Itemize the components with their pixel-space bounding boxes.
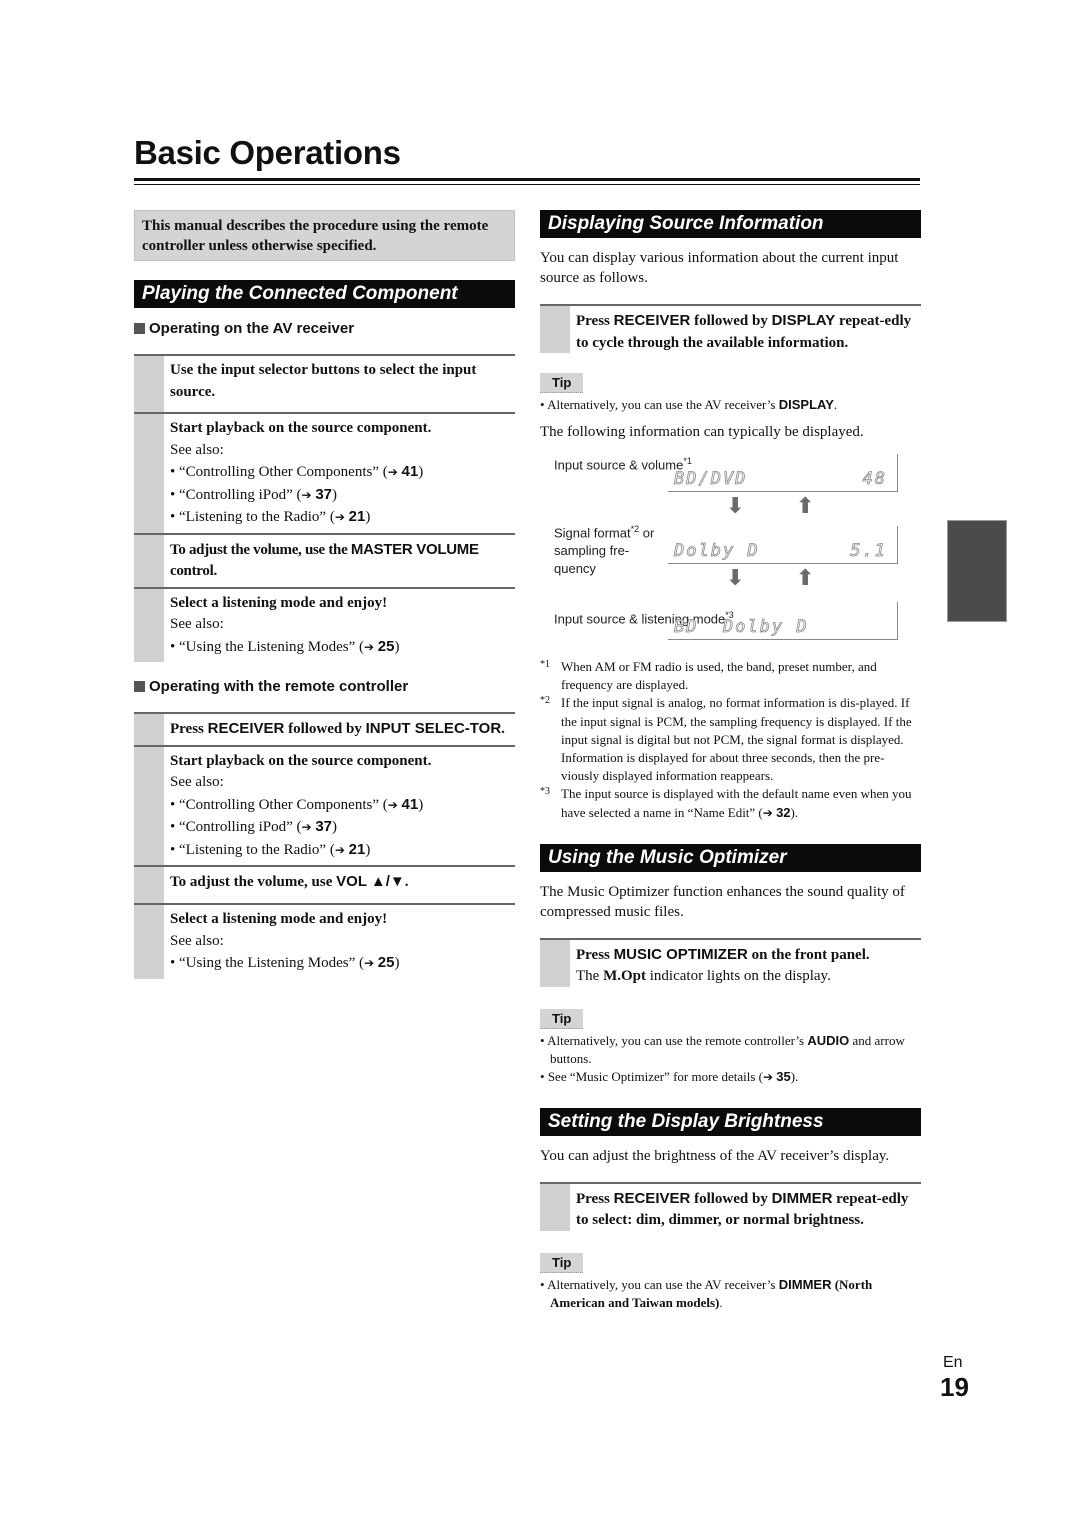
step: Press MUSIC OPTIMIZER on the front panel… [540,937,921,987]
link-listening-radio[interactable]: “Listening to the Radio” (➔ 21) [170,506,515,529]
see-also: See also: [170,774,224,790]
step-bar [134,746,164,865]
footnote: *1 When AM or FM radio is used, the band,… [540,659,877,693]
step-title: Select a listening mode and enjoy! [170,594,388,611]
arrow-down-icon: ⬇ [726,566,745,591]
right-column: Displaying Source Information You can di… [540,210,921,1312]
subheading-text: Operating with the remote controller [149,677,409,695]
arrow-icon: ➔ [762,1069,774,1084]
step-title: Press MUSIC OPTIMIZER on the front panel… [576,945,870,963]
step-bar [134,714,164,745]
step-detail: The M.Opt indicator lights on the displa… [576,968,831,985]
step-bar [540,1183,570,1231]
step-bar [134,588,164,662]
display-label: Signal format*2 or sampling fre-quency [554,524,655,577]
step: Press RECEIVER followed by DIMMER repeat… [540,1181,921,1231]
arrow-icon: ➔ [334,510,345,524]
arrow-icon: ➔ [387,465,398,479]
title-rule-thin [134,184,920,185]
step-bar [134,867,164,903]
tip-label: Tip [540,1252,584,1273]
left-column: This manual describes the procedure usin… [134,210,515,979]
page-number: 19 [940,1372,969,1402]
step-title: To adjust the volume, use the MASTER VOL… [170,540,479,580]
step-title: Press RECEIVER followed by INPUT SELEC-T… [170,720,505,737]
section-header-music-optimizer: Using the Music Optimizer [540,843,921,872]
arrow-icon: ➔ [363,956,375,970]
subheading-av-receiver: Operating on the AV receiver [134,318,515,338]
following-text: The following information can typically … [540,424,864,440]
arrow-icon: ➔ [301,820,312,834]
note-box: This manual describes the procedure usin… [134,210,515,261]
step-bar [540,306,570,353]
step-title: Start playback on the source component. [170,752,432,769]
footnote: *3 The input source is displayed with the… [540,786,912,820]
link-controlling-other-components[interactable]: “Controlling Other Components” (➔ 41) [170,794,515,817]
step-title: Select a listening mode and enjoy! [170,911,388,927]
link-controlling-ipod[interactable]: “Controlling iPod” (➔ 37) [170,816,515,839]
step-bar [134,905,164,979]
page-title: Basic Operations [134,134,401,171]
step: Press RECEIVER followed by DISPLAY repea… [540,304,921,353]
arrow-down-icon: ⬇ [726,494,745,519]
subheading-text: Operating on the AV receiver [149,319,355,337]
subheading-remote: Operating with the remote controller [134,676,515,696]
intro-text: You can adjust the brightness of the AV … [540,1147,890,1164]
step: Select a listening mode and enjoy! See a… [134,903,515,979]
section-header-playing: Playing the Connected Component [134,280,515,308]
arrow-up-icon: ⬆ [796,494,815,519]
section-header-display-info: Displaying Source Information [540,210,921,238]
see-also: See also: [170,441,224,458]
arrow-icon: ➔ [334,842,345,857]
arrow-icon: ➔ [301,487,312,502]
square-bullet-icon [134,680,145,692]
step-title: To adjust the volume, use VOL ▲/▼. [170,873,409,890]
step-bar [134,414,164,533]
link-listening-radio[interactable]: “Listening to the Radio” (➔ 21) [170,839,515,862]
step-bar [134,356,164,412]
step: Select a listening mode and enjoy! See a… [134,586,515,662]
lcd-display: BD Dolby D [668,602,898,640]
step: Start playback on the source component. … [134,412,515,533]
tip-item: • See “Music Optimizer” for more details… [540,1068,799,1084]
display-diagram: Input source & volume*1 BD/DVD 48 ⬇ ⬆ Sig… [540,452,921,648]
arrow-icon: ➔ [762,805,773,820]
step-bar [134,534,164,587]
link-listening-modes[interactable]: “Using the Listening Modes” (➔ 25) [170,636,515,659]
chapter-tab [947,520,1007,622]
intro-text: You can display various information abou… [540,250,899,286]
step: To adjust the volume, use the MASTER VOL… [134,532,515,587]
tip-item: • Alternatively, you can use the AV rece… [540,1276,873,1310]
title-rule [134,178,920,181]
step-title: Use the input selector buttons to select… [170,362,477,400]
step-title: Start playback on the source component. [170,420,432,436]
step: Use the input selector buttons to select… [134,354,515,412]
section-header-brightness: Setting the Display Brightness [540,1107,921,1136]
step-bar [540,939,570,987]
step: Start playback on the source component. … [134,744,515,865]
step-title: Press RECEIVER followed by DISPLAY repea… [576,312,912,351]
arrow-up-icon: ⬆ [796,566,815,591]
language-label: En [943,1354,963,1371]
see-also: See also: [170,616,224,632]
tip-item: • Alternatively, you can use the AV rece… [540,397,838,412]
link-listening-modes[interactable]: “Using the Listening Modes” (➔ 25) [170,952,515,975]
lcd-display: BD/DVD 48 [668,454,898,492]
square-bullet-icon [134,322,145,334]
arrow-icon: ➔ [363,639,375,654]
arrow-icon: ➔ [387,797,398,812]
link-controlling-other-components[interactable]: “Controlling Other Components” (➔ 41) [170,461,515,484]
see-also: See also: [170,932,224,949]
step: Press RECEIVER followed by INPUT SELEC-T… [134,712,515,745]
link-controlling-ipod[interactable]: “Controlling iPod” (➔ 37) [170,484,515,507]
footnote: *2 If the input signal is analog, no form… [540,695,912,784]
step: To adjust the volume, use VOL ▲/▼. [134,865,515,903]
tip-label: Tip [540,373,584,393]
tip-label: Tip [540,1008,584,1029]
lcd-display: Dolby D 5.1 [668,526,898,564]
tip-item: • Alternatively, you can use the remote … [540,1032,905,1066]
step-title: Press RECEIVER followed by DIMMER repeat… [576,1189,909,1229]
intro-text: The Music Optimizer function enhances th… [540,883,905,920]
